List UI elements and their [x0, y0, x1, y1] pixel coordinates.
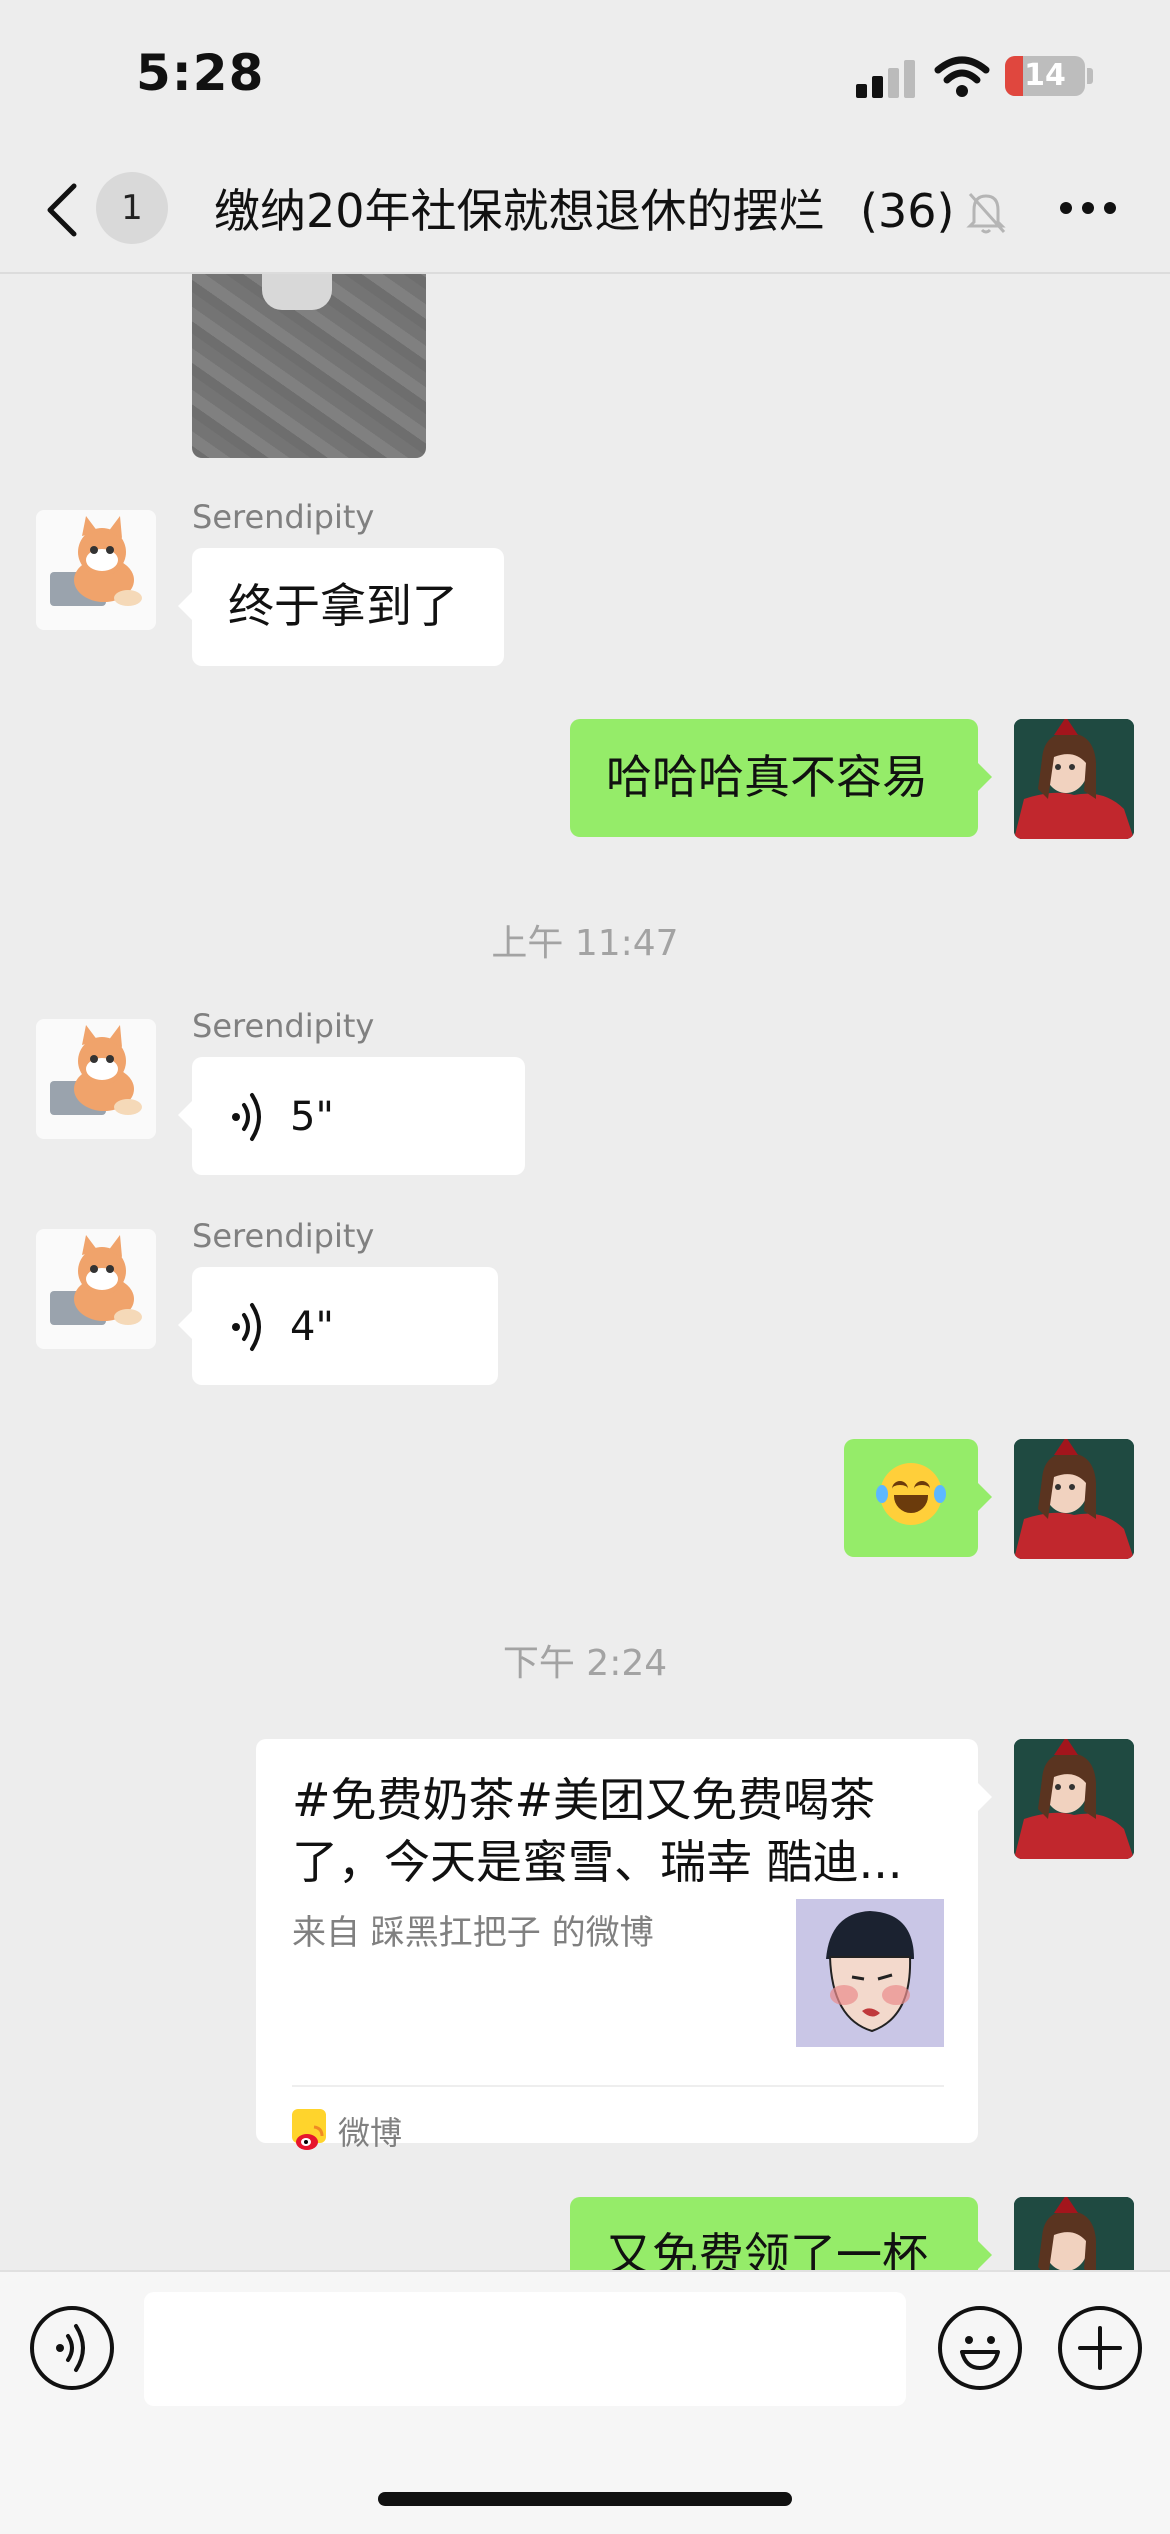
link-card-message[interactable]: #免费奶茶#美团又免费喝茶了，今天是蜜雪、瑞幸 酷迪... 来自 踩黑扛把子 的…	[256, 1739, 992, 2152]
cellular-signal-icon	[856, 60, 916, 98]
girl-avatar-icon	[1014, 2197, 1134, 2270]
voice-message-bubble[interactable]: 4"	[178, 1267, 498, 1385]
chat-title-text: 缴纳20年社保就想退休的摆烂	[214, 184, 825, 238]
wifi-icon	[934, 56, 990, 97]
my-avatar[interactable]	[1014, 1739, 1134, 1859]
voice-message-bubble[interactable]: 5"	[178, 1057, 525, 1175]
message-text: 又免费领了一杯	[606, 2228, 928, 2270]
cat-avatar-icon	[50, 1025, 142, 1115]
emoji-button[interactable]	[938, 2306, 1022, 2390]
battery-icon: 14	[1005, 56, 1085, 96]
bell-off-icon	[966, 192, 1006, 234]
voice-duration: 4"	[290, 1304, 334, 1350]
emoji-face-icon	[960, 2336, 1000, 2370]
home-indicator[interactable]	[378, 2492, 792, 2506]
timestamp: 下午 2:24	[502, 1643, 668, 1684]
message-list[interactable]: Serendipity 终于拿到了 哈哈哈真不容易 上午 11:47 Seren…	[0, 274, 1170, 2270]
member-count: (36)	[860, 184, 955, 238]
message-input[interactable]	[144, 2292, 906, 2406]
more-dots-icon[interactable]	[1060, 202, 1116, 218]
chat-title[interactable]: 缴纳20年社保就想退休的摆烂	[214, 176, 914, 246]
cat-avatar-icon	[50, 1235, 142, 1325]
avatar[interactable]	[36, 1229, 156, 1349]
my-avatar[interactable]	[1014, 2197, 1134, 2270]
card-title: #免费奶茶#美团又免费喝茶了，今天是蜜雪、瑞幸 酷迪...	[292, 1773, 903, 1889]
avatar[interactable]	[36, 510, 156, 630]
message-bubble[interactable]: 终于拿到了	[178, 548, 504, 666]
cat-avatar-icon	[50, 516, 142, 606]
girl-avatar-icon	[1014, 1439, 1134, 1559]
message-text: 哈哈哈真不容易	[606, 750, 928, 804]
voice-wave-icon	[56, 2324, 85, 2372]
message-bubble[interactable]: 哈哈哈真不容易	[570, 719, 992, 837]
my-avatar[interactable]	[1014, 1439, 1134, 1559]
status-bar: 5:28 14	[0, 0, 1170, 150]
plus-button[interactable]	[1058, 2306, 1142, 2390]
image-message[interactable]	[192, 274, 426, 458]
sender-name: Serendipity	[192, 498, 375, 536]
chat-header: 1 缴纳20年社保就想退休的摆烂 (36)	[0, 150, 1170, 274]
voice-wave-icon	[232, 1093, 261, 1141]
card-source: 来自 踩黑扛把子 的微博	[292, 1913, 654, 1953]
battery-level: 14	[1024, 58, 1066, 93]
card-divider	[292, 2085, 944, 2087]
battery-tip	[1087, 68, 1093, 84]
avatar[interactable]	[36, 1019, 156, 1139]
card-app-name: 微博	[338, 2114, 403, 2152]
timestamp: 上午 11:47	[491, 923, 679, 964]
chevron-left-icon[interactable]	[42, 180, 82, 240]
plus-icon	[1078, 2326, 1122, 2370]
card-thumbnail	[796, 1899, 944, 2047]
voice-duration: 5"	[290, 1094, 334, 1140]
message-bubble[interactable]	[844, 1439, 992, 1557]
voice-input-button[interactable]	[30, 2306, 114, 2390]
my-avatar[interactable]	[1014, 719, 1134, 839]
message-text: 终于拿到了	[228, 579, 458, 633]
laugh-cry-emoji-icon	[876, 1463, 946, 1525]
voice-wave-icon	[232, 1303, 261, 1351]
sender-name: Serendipity	[192, 1007, 375, 1045]
weibo-icon	[292, 2109, 326, 2150]
unread-badge[interactable]: 1	[96, 172, 168, 244]
status-time: 5:28	[136, 44, 265, 102]
input-bar	[0, 2270, 1170, 2534]
sender-name: Serendipity	[192, 1217, 375, 1255]
girl-avatar-icon	[1014, 719, 1134, 839]
message-bubble[interactable]: 又免费领了一杯	[570, 2197, 992, 2270]
girl-avatar-icon	[1014, 1739, 1134, 1859]
